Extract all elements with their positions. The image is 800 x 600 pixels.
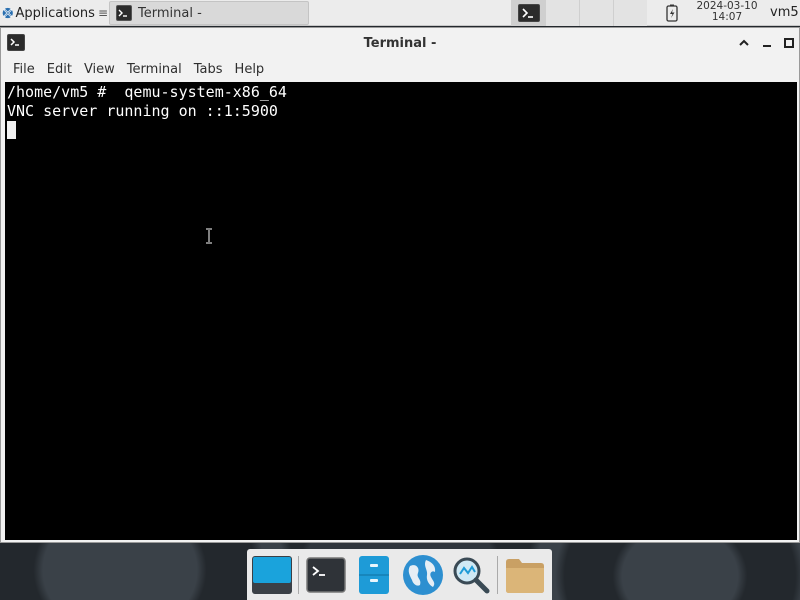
dock-separator — [298, 555, 300, 594]
xfce-logo-icon — [2, 7, 13, 19]
window-title: Terminal - — [363, 36, 437, 51]
menu-terminal[interactable]: Terminal — [121, 59, 188, 81]
show-desktop-icon — [252, 555, 293, 594]
menu-edit[interactable]: Edit — [41, 59, 78, 81]
terminal-output-area[interactable]: /home/vm5 # qemu-system-x86_64 VNC serve… — [5, 82, 797, 540]
terminal-line: VNC server running on ::1:5900 — [7, 102, 278, 120]
close-button[interactable] — [781, 35, 797, 51]
taskbar-terminal-label: Terminal - — [138, 5, 202, 21]
workspace-1[interactable] — [511, 0, 545, 26]
top-panel: Applications ≡ Terminal - 2024-03-10 14:… — [0, 0, 800, 26]
terminal-window: Terminal - File Edit View Terminal Tabs … — [0, 27, 800, 543]
folder-icon — [505, 558, 544, 593]
dock-show-desktop[interactable] — [251, 553, 293, 597]
taskbar-terminal-button[interactable]: Terminal - — [109, 1, 309, 25]
file-manager-icon — [359, 555, 390, 594]
terminal-icon — [517, 4, 540, 22]
workspace-3[interactable] — [579, 0, 613, 26]
user-menu-label[interactable]: vm5 — [770, 5, 799, 20]
menu-file[interactable]: File — [7, 59, 41, 81]
applications-extra-glyph: ≡ — [97, 6, 108, 20]
chevron-up-icon — [739, 39, 749, 46]
dock-file-manager[interactable] — [353, 553, 395, 597]
minimize-icon — [763, 45, 771, 47]
terminal-icon — [116, 5, 132, 21]
window-titlebar[interactable]: Terminal - — [1, 28, 799, 58]
workspace-switcher — [511, 0, 651, 26]
clock[interactable]: 2024-03-10 14:07 — [690, 1, 764, 25]
terminal-prompt-line — [7, 121, 795, 140]
menu-tabs[interactable]: Tabs — [188, 59, 229, 81]
workspace-2[interactable] — [545, 0, 579, 26]
dock-web-browser[interactable] — [402, 553, 444, 597]
applications-label: Applications — [15, 5, 95, 21]
web-browser-icon — [402, 554, 443, 595]
battery-icon[interactable] — [664, 4, 680, 22]
minimize-button[interactable] — [759, 35, 775, 51]
roll-up-button[interactable] — [736, 35, 752, 51]
menu-help[interactable]: Help — [229, 59, 271, 81]
menu-view[interactable]: View — [78, 59, 121, 81]
dock-terminal[interactable] — [305, 553, 347, 597]
dock-search[interactable] — [450, 553, 492, 597]
applications-menu-button[interactable]: Applications ≡ — [0, 0, 108, 26]
terminal-line: /home/vm5 # qemu-system-x86_64 — [7, 83, 287, 101]
ibeam-cursor-icon — [206, 228, 212, 244]
clock-time: 14:07 — [711, 11, 743, 23]
dock-home-folder[interactable] — [504, 553, 546, 597]
menubar: File Edit View Terminal Tabs Help — [1, 58, 799, 82]
terminal-icon — [306, 556, 346, 593]
workspace-4[interactable] — [613, 0, 647, 26]
dock-separator — [496, 555, 498, 594]
text-cursor — [7, 121, 16, 139]
search-icon — [453, 557, 490, 593]
maximize-icon — [784, 38, 794, 48]
dock — [247, 549, 552, 600]
